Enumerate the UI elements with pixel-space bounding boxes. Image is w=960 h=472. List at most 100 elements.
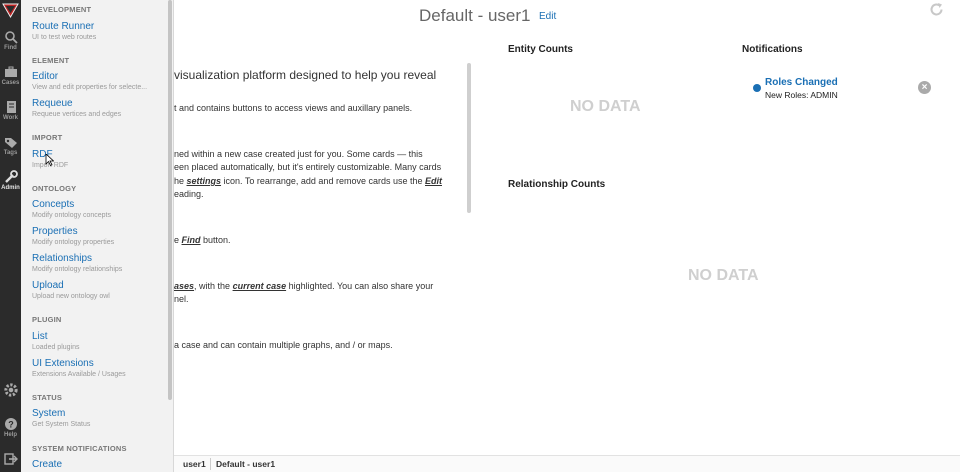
menu-item-title: Requeue xyxy=(32,98,73,109)
status-user[interactable]: user1 xyxy=(183,459,206,469)
notifications-title: Notifications xyxy=(742,44,803,55)
search-icon xyxy=(4,31,18,44)
section-heading-ontology: ONTOLOGY xyxy=(32,184,77,193)
welcome-text: , with the xyxy=(194,281,233,291)
welcome-text: icon. To rearrange, add and remove cards… xyxy=(221,176,425,186)
page-title: Default - user1 xyxy=(419,6,531,25)
nav-help[interactable]: ? Help xyxy=(0,417,21,438)
menu-item-title: Properties xyxy=(32,226,78,237)
welcome-line: nel. xyxy=(174,294,189,304)
nav-cases[interactable]: Cases xyxy=(0,65,21,86)
welcome-text: highlighted. You can also share your xyxy=(286,281,434,291)
menu-item-title: List xyxy=(32,331,48,342)
menu-item-desc: Requeue vertices and edges xyxy=(32,111,122,118)
edit-dashboard-link[interactable]: Edit xyxy=(539,11,556,22)
admin-menu-panel: DEVELOPMENT Route Runner UI to test web … xyxy=(21,0,174,472)
welcome-line: eading. xyxy=(174,189,204,199)
welcome-line: t and contains buttons to access views a… xyxy=(174,103,413,113)
entity-counts-empty: NO DATA xyxy=(570,98,641,115)
menu-scrollbar[interactable] xyxy=(168,0,172,400)
menu-item-desc: Modify ontology concepts xyxy=(32,212,111,219)
svg-text:?: ? xyxy=(8,420,14,430)
document-icon xyxy=(6,101,16,113)
unread-dot-icon xyxy=(753,84,761,92)
notification-title[interactable]: Roles Changed xyxy=(765,77,838,88)
edit-emphasis: Edit xyxy=(425,176,442,186)
current-case-emphasis: current case xyxy=(232,281,287,291)
menu-item-ui-extensions[interactable]: UI Extensions Extensions Available / Usa… xyxy=(32,358,167,379)
close-icon[interactable]: × xyxy=(918,81,931,94)
section-heading-plugin: PLUGIN xyxy=(32,315,62,324)
nav-settings[interactable] xyxy=(0,382,21,398)
nav-admin-label: Admin xyxy=(1,185,20,191)
menu-item-system[interactable]: System Get System Status xyxy=(32,408,167,429)
welcome-line: visualization platform designed to help … xyxy=(174,68,437,82)
find-emphasis: Find xyxy=(181,235,201,245)
section-heading-system-notifications: SYSTEM NOTIFICATIONS xyxy=(32,444,127,453)
menu-item-desc: View and edit properties for selecte... xyxy=(32,84,148,91)
main-nav: Find Cases Work Tags Admin ? Help xyxy=(0,0,21,472)
nav-tags-label: Tags xyxy=(3,150,18,156)
mouse-cursor-icon xyxy=(45,154,54,166)
status-case[interactable]: Default - user1 xyxy=(216,459,275,469)
menu-item-desc: Upload new ontology owl xyxy=(32,293,110,300)
nav-admin[interactable]: Admin xyxy=(0,170,21,191)
menu-item-desc: Modify ontology properties xyxy=(32,239,115,246)
settings-emphasis: settings xyxy=(186,176,222,186)
menu-item-title: Editor xyxy=(32,71,59,82)
welcome-line: ases, with the current case highlighted.… xyxy=(174,281,433,291)
menu-item-desc: Loaded plugins xyxy=(32,344,80,351)
nav-find-label: Find xyxy=(4,45,17,51)
menu-item-create[interactable]: Create xyxy=(32,459,167,471)
status-divider xyxy=(210,458,211,470)
relationship-counts-title: Relationship Counts xyxy=(508,179,606,190)
menu-item-concepts[interactable]: Concepts Modify ontology concepts xyxy=(32,199,167,220)
menu-item-title: Route Runner xyxy=(32,21,95,32)
nav-help-label: Help xyxy=(3,432,17,438)
welcome-line: a case and can contain multiple graphs, … xyxy=(174,340,393,350)
cases-emphasis: ases xyxy=(174,281,195,291)
menu-item-relationships[interactable]: Relationships Modify ontology relationsh… xyxy=(32,253,167,274)
nav-work[interactable]: Work xyxy=(0,100,21,121)
menu-item-title: UI Extensions xyxy=(32,358,94,369)
refresh-icon[interactable] xyxy=(929,2,944,17)
menu-item-requeue[interactable]: Requeue Requeue vertices and edges xyxy=(32,98,167,119)
welcome-line: e Find button. xyxy=(174,235,231,245)
menu-item-title: Concepts xyxy=(32,199,75,210)
briefcase-icon xyxy=(4,66,17,77)
menu-item-title: Create xyxy=(32,459,63,470)
status-bar: user1 Default - user1 xyxy=(174,455,960,472)
nav-cases-label: Cases xyxy=(1,80,20,86)
section-heading-element: ELEMENT xyxy=(32,56,70,65)
relationship-counts-empty: NO DATA xyxy=(688,267,759,284)
logout-icon xyxy=(3,453,18,465)
menu-item-route-runner[interactable]: Route Runner UI to test web routes xyxy=(32,21,167,42)
logo-icon xyxy=(2,3,19,19)
menu-item-properties[interactable]: Properties Modify ontology properties xyxy=(32,226,167,247)
welcome-line: he settings icon. To rearrange, add and … xyxy=(174,176,442,186)
welcome-text: e xyxy=(174,235,182,245)
section-heading-development: DEVELOPMENT xyxy=(32,5,92,14)
menu-item-title: System xyxy=(32,408,66,419)
app-root: Find Cases Work Tags Admin ? Help DEVELO… xyxy=(0,0,960,472)
menu-item-title: Relationships xyxy=(32,253,93,264)
menu-item-desc: Modify ontology relationships xyxy=(32,266,123,273)
nav-find[interactable]: Find xyxy=(0,30,21,51)
nav-tags[interactable]: Tags xyxy=(0,135,21,156)
menu-item-title: Upload xyxy=(32,280,64,291)
entity-counts-title: Entity Counts xyxy=(508,44,573,55)
nav-logout[interactable] xyxy=(0,452,21,466)
help-icon: ? xyxy=(4,418,17,430)
welcome-text: button. xyxy=(200,235,231,245)
gear-icon xyxy=(3,383,18,397)
welcome-line: een placed automatically, but it's entir… xyxy=(174,162,442,172)
notification-body: New Roles: ADMIN xyxy=(765,90,838,100)
welcome-text: he xyxy=(174,176,187,186)
menu-item-editor[interactable]: Editor View and edit properties for sele… xyxy=(32,71,167,92)
nav-work-label: Work xyxy=(3,115,18,121)
menu-item-list[interactable]: List Loaded plugins xyxy=(32,331,167,352)
welcome-scrollbar[interactable] xyxy=(467,63,471,213)
menu-item-upload[interactable]: Upload Upload new ontology owl xyxy=(32,280,167,301)
tag-icon xyxy=(4,138,17,148)
menu-item-desc: Extensions Available / Usages xyxy=(32,371,126,378)
